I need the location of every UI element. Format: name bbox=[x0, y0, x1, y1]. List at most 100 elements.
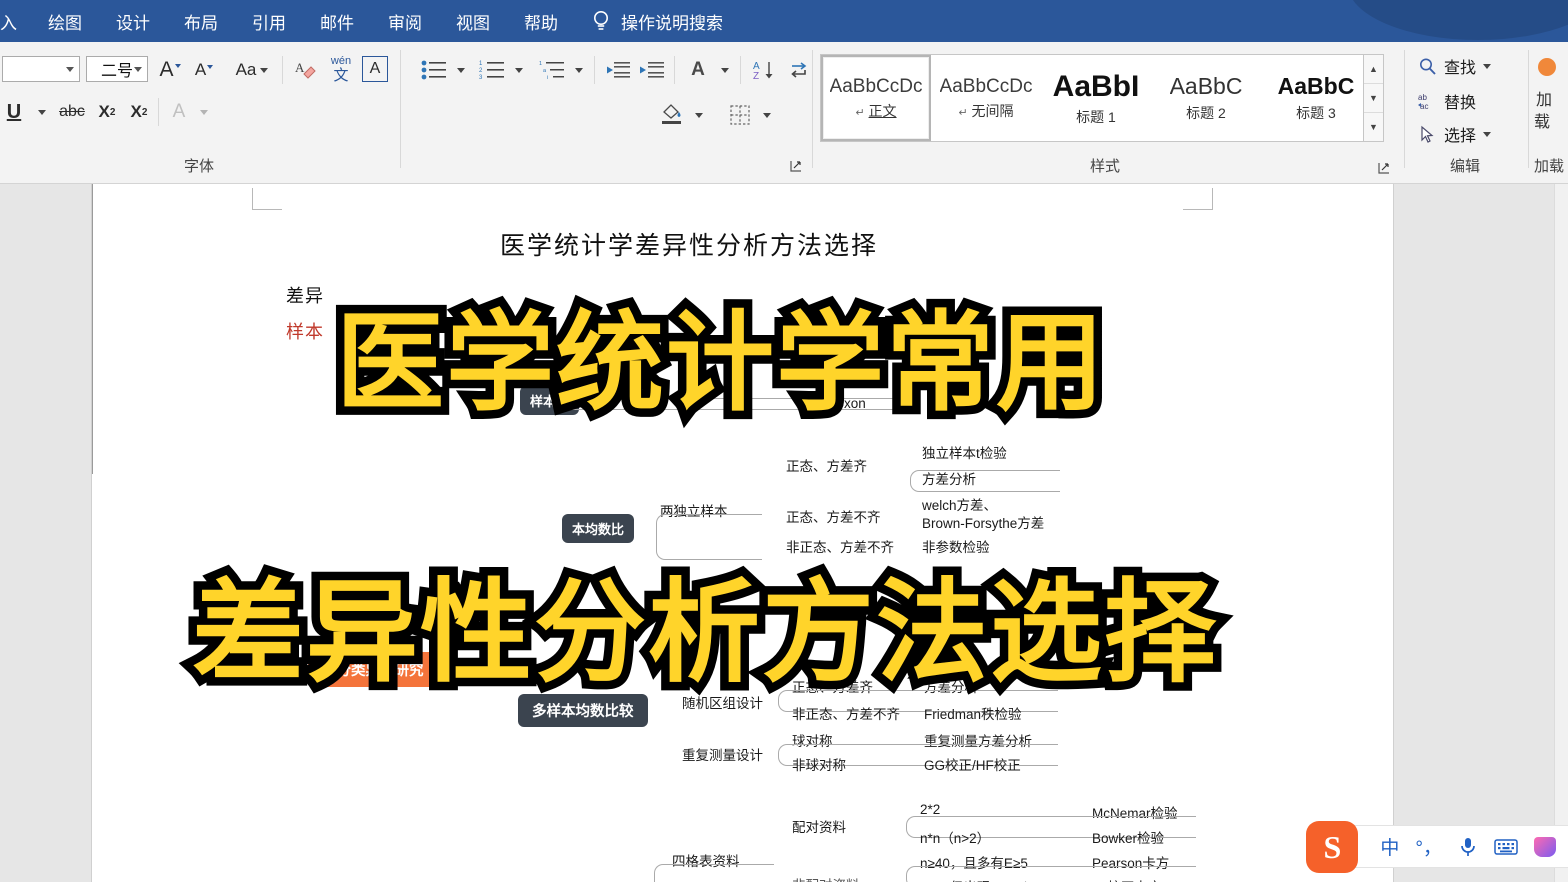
superscript-index: 2 bbox=[141, 106, 148, 118]
divider bbox=[812, 50, 813, 168]
clear-format-eraser-icon: A bbox=[295, 60, 316, 79]
tab-layout[interactable]: 布局 bbox=[167, 0, 235, 42]
ime-toolbar[interactable]: S 中 °， bbox=[1306, 821, 1568, 873]
divider bbox=[740, 56, 741, 84]
lightbulb-icon bbox=[594, 11, 608, 30]
microphone-icon bbox=[1461, 837, 1475, 856]
dialog-launcher-icon bbox=[1378, 163, 1389, 174]
method-anova-1: 方差分析 bbox=[922, 472, 976, 487]
tab-insert-clipped[interactable]: 入 bbox=[0, 0, 31, 42]
sogou-logo-icon[interactable]: S bbox=[1306, 821, 1359, 873]
connector bbox=[654, 864, 774, 882]
decrease-indent-button[interactable] bbox=[602, 56, 634, 84]
connector bbox=[92, 475, 382, 476]
cond-non-sphericity: 非球对称 bbox=[792, 758, 846, 773]
borders-options-button[interactable] bbox=[758, 100, 776, 130]
ime-skin-button[interactable] bbox=[1534, 836, 1556, 857]
svg-text:ab: ab bbox=[1418, 93, 1427, 102]
ime-punctuation-button[interactable]: °， bbox=[1415, 833, 1442, 860]
underline-options-button[interactable] bbox=[32, 98, 52, 126]
strikethrough-glyph: abc bbox=[59, 103, 85, 120]
method-friedman: Friedman秩检验 bbox=[924, 707, 1022, 722]
font-name-combo[interactable] bbox=[2, 56, 80, 82]
chevron-down-icon bbox=[200, 109, 208, 115]
tab-view[interactable]: 视图 bbox=[439, 0, 507, 42]
ime-keyboard-button[interactable] bbox=[1494, 838, 1518, 856]
bullet-list-button[interactable] bbox=[416, 56, 452, 84]
tab-mailings[interactable]: 邮件 bbox=[303, 0, 371, 42]
chevron-down-icon bbox=[260, 67, 269, 73]
shrink-font-button[interactable]: A bbox=[190, 58, 218, 82]
cursor-arrow-icon bbox=[1421, 125, 1434, 143]
borders-grid-icon bbox=[730, 105, 750, 125]
numbered-list-icon: 1 2 3 bbox=[479, 61, 504, 80]
document-area[interactable]: 医学统计学差异性分析方法选择 差异 样本 样本均 检验 wilcoxon 两独立… bbox=[0, 184, 1568, 882]
vertical-scrollbar[interactable] bbox=[1554, 184, 1568, 882]
multilevel-list-icon: 1 a i bbox=[539, 61, 564, 80]
font-group-label: 字体 bbox=[183, 158, 214, 175]
tab-references[interactable]: 引用 bbox=[235, 0, 303, 42]
character-border-button[interactable]: A bbox=[362, 56, 388, 82]
shading-options-button[interactable] bbox=[690, 100, 708, 130]
tell-me-search[interactable]: 操作说明搜索 bbox=[591, 0, 723, 42]
clear-formatting-button[interactable]: A bbox=[292, 56, 320, 84]
asian-layout-options-button[interactable] bbox=[716, 56, 734, 84]
ime-mode-button[interactable]: 中 bbox=[1380, 833, 1399, 860]
multilevel-list-button[interactable]: 1 a i bbox=[534, 56, 570, 84]
chevron-down-icon bbox=[515, 67, 523, 73]
find-button[interactable]: 查找 bbox=[1418, 54, 1492, 78]
borders-button[interactable] bbox=[724, 100, 756, 130]
underline-glyph: U bbox=[6, 100, 22, 123]
ribbon-body: 二号 A A Aa A wén 文 A U abc X 2 X 2 A 字体 1… bbox=[0, 42, 1568, 184]
multilevel-list-options-button[interactable] bbox=[570, 56, 588, 84]
sort-button[interactable]: A Z bbox=[748, 56, 780, 84]
superscript-button[interactable]: X2 bbox=[126, 98, 152, 126]
connector bbox=[92, 478, 93, 578]
styles-dialog-launcher[interactable] bbox=[1378, 162, 1390, 174]
tab-review[interactable]: 审阅 bbox=[371, 0, 439, 42]
underline-button[interactable]: U bbox=[0, 98, 28, 126]
phonetic-guide-button[interactable]: wén 文 bbox=[326, 54, 356, 86]
strikethrough-button[interactable]: abc bbox=[56, 98, 88, 126]
svg-text:i: i bbox=[547, 75, 548, 80]
bullet-list-options-button[interactable] bbox=[452, 56, 470, 84]
text-effects-options-button[interactable] bbox=[194, 98, 214, 126]
bullet-list-icon bbox=[421, 60, 446, 80]
ime-voice-button[interactable] bbox=[1458, 836, 1478, 858]
tab-design[interactable]: 设计 bbox=[99, 0, 167, 42]
numbered-list-options-button[interactable] bbox=[510, 56, 528, 84]
method-brown-forsythe: Brown-Forsythe方差 bbox=[922, 516, 1045, 531]
method-welch: welch方差、 bbox=[922, 498, 998, 513]
subscript-button[interactable]: X2 bbox=[94, 98, 120, 126]
shading-button[interactable] bbox=[656, 100, 688, 130]
ribbon-group-styles: 样式 bbox=[820, 42, 1390, 184]
asian-layout-button[interactable]: A bbox=[682, 56, 714, 84]
sort-az-icon: A Z bbox=[753, 61, 773, 81]
divider bbox=[400, 50, 401, 168]
change-case-button[interactable]: Aa bbox=[230, 58, 274, 82]
select-button[interactable]: 选择 bbox=[1418, 122, 1492, 146]
tab-help[interactable]: 帮助 bbox=[507, 0, 575, 42]
svg-text:2: 2 bbox=[479, 68, 483, 74]
tab-draw[interactable]: 绘图 bbox=[31, 0, 99, 42]
chevron-down-icon bbox=[134, 67, 142, 72]
chevron-down-icon bbox=[38, 109, 46, 115]
ribbon-tab-bar: 入 绘图 设计 布局 引用 邮件 审阅 视图 帮助 操作说明搜索 bbox=[0, 0, 1568, 42]
font-size-value: 二号 bbox=[100, 63, 133, 80]
font-size-combo[interactable]: 二号 bbox=[86, 56, 148, 82]
mindmap-title: 医学统计学差异性分析方法选择 bbox=[500, 233, 879, 260]
paragraph-dialog-launcher[interactable] bbox=[790, 160, 802, 172]
divider bbox=[1404, 50, 1405, 168]
text-effects-glyph: A bbox=[172, 101, 186, 122]
replace-button[interactable]: ab ac 替换 bbox=[1418, 89, 1476, 113]
increase-indent-button[interactable] bbox=[636, 56, 668, 84]
numbered-list-button[interactable]: 1 2 3 bbox=[474, 56, 510, 84]
shading-paint-bucket-icon bbox=[662, 104, 681, 124]
up-triangle-icon bbox=[207, 65, 214, 69]
find-label: 查找 bbox=[1444, 60, 1477, 77]
divider bbox=[674, 56, 675, 84]
overlay-yellow-line-2: 差异性分析方法选择 bbox=[184, 562, 1225, 704]
phonetic-bottom: 文 bbox=[333, 66, 349, 84]
method-bowker: Bowker检验 bbox=[1092, 831, 1165, 846]
grow-font-button[interactable]: A bbox=[156, 58, 184, 82]
